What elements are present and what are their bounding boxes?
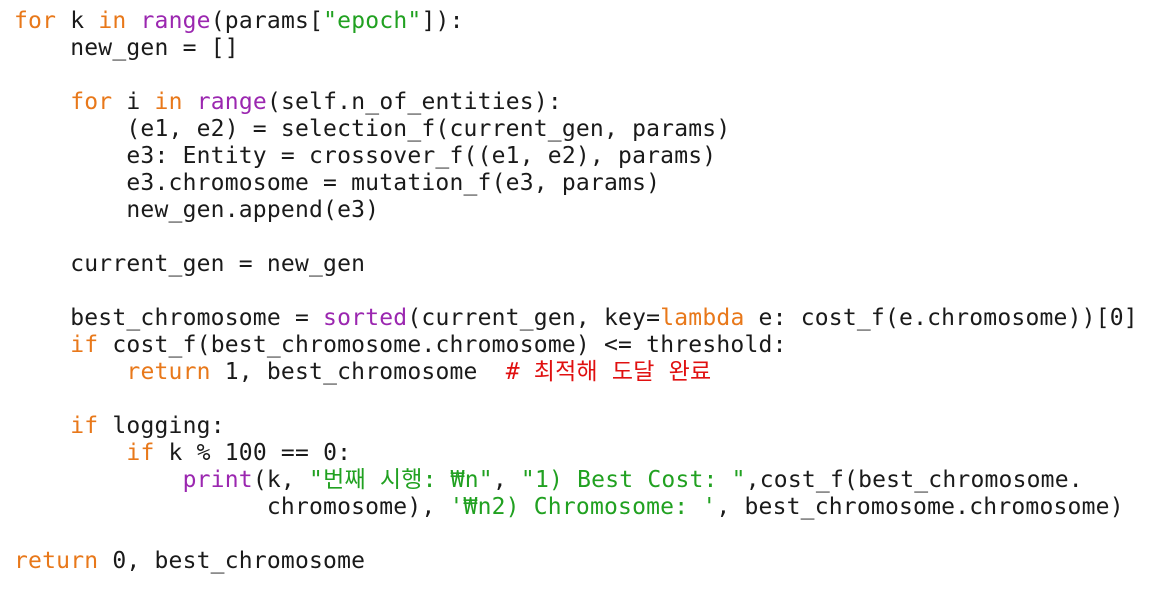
code-line: print(k, "번째 시행: ₩n", "1) Best Cost: ",c…	[14, 467, 1138, 494]
code-block: for k in range(params["epoch"]): new_gen…	[14, 8, 1138, 575]
code-line: if cost_f(best_chromosome.chromosome) <=…	[14, 332, 1138, 359]
string-token: "epoch"	[323, 8, 422, 34]
builtin-token: range	[140, 8, 211, 34]
code-text: e3: Entity = crossover_f((e1, e2), param…	[14, 143, 717, 169]
keyword-token: return	[126, 359, 211, 385]
code-text: new_gen = []	[14, 35, 239, 61]
code-line: (e1, e2) = selection_f(current_gen, para…	[14, 116, 1138, 143]
keyword-token: if	[70, 413, 99, 439]
code-line: for k in range(params["epoch"]):	[14, 8, 1138, 35]
string-token: '₩n2) Chromosome: '	[449, 494, 717, 520]
builtin-token: sorted	[323, 305, 408, 331]
code-line: new_gen.append(e3)	[14, 197, 1138, 224]
code-text: (params[	[210, 8, 324, 34]
code-text: e3.chromosome = mutation_f(e3, params)	[14, 170, 661, 196]
builtin-token: range	[196, 89, 267, 115]
code-text: current_gen = new_gen	[14, 251, 366, 277]
code-text: chromosome),	[14, 494, 450, 520]
code-text: (current_gen, key=	[407, 305, 661, 331]
code-line: current_gen = new_gen	[14, 251, 1138, 278]
comment-token: # 최적해 도달 완료	[505, 359, 712, 385]
code-text: ,	[492, 467, 521, 493]
code-text: 1, best_chromosome	[210, 359, 506, 385]
code-text: k	[56, 8, 99, 34]
code-text: k % 100 == 0:	[154, 440, 352, 466]
code-text: ]):	[421, 8, 464, 34]
code-line: if logging:	[14, 413, 1138, 440]
code-line: chromosome), '₩n2) Chromosome: ', best_c…	[14, 494, 1138, 521]
code-line: if k % 100 == 0:	[14, 440, 1138, 467]
code-text: (e1, e2) = selection_f(current_gen, para…	[14, 116, 731, 142]
code-text: 0, best_chromosome	[98, 548, 366, 574]
code-text: (k,	[252, 467, 310, 493]
code-line: for i in range(self.n_of_entities):	[14, 89, 1138, 116]
keyword-token: if	[126, 440, 155, 466]
code-text: logging:	[98, 413, 225, 439]
code-text: (self.n_of_entities):	[266, 89, 562, 115]
code-line: e3.chromosome = mutation_f(e3, params)	[14, 170, 1138, 197]
code-text: i	[112, 89, 155, 115]
code-line: e3: Entity = crossover_f((e1, e2), param…	[14, 143, 1138, 170]
builtin-token: print	[182, 467, 253, 493]
code-line: new_gen = []	[14, 35, 1138, 62]
keyword-token: for	[14, 8, 57, 34]
code-line: best_chromosome = sorted(current_gen, ke…	[14, 305, 1138, 332]
code-text: e: cost_f(e.chromosome))[0]	[744, 305, 1138, 331]
string-token: "번째 시행: ₩n"	[309, 467, 493, 493]
keyword-token: in	[154, 89, 183, 115]
keyword-token: if	[70, 332, 99, 358]
code-text: cost_f(best_chromosome.chromosome) <= th…	[98, 332, 787, 358]
keyword-token: return	[14, 548, 99, 574]
code-text: , best_chromosome.chromosome)	[716, 494, 1124, 520]
code-text: best_chromosome =	[14, 305, 324, 331]
code-line: return 0, best_chromosome	[14, 548, 1138, 575]
code-text: ,cost_f(best_chromosome.	[745, 467, 1083, 493]
code-text: new_gen.append(e3)	[14, 197, 380, 223]
code-line: return 1, best_chromosome # 최적해 도달 완료	[14, 359, 1138, 386]
keyword-token: in	[98, 8, 127, 34]
string-token: "1) Best Cost: "	[520, 467, 746, 493]
keyword-token: for	[70, 89, 113, 115]
keyword-token: lambda	[660, 305, 745, 331]
